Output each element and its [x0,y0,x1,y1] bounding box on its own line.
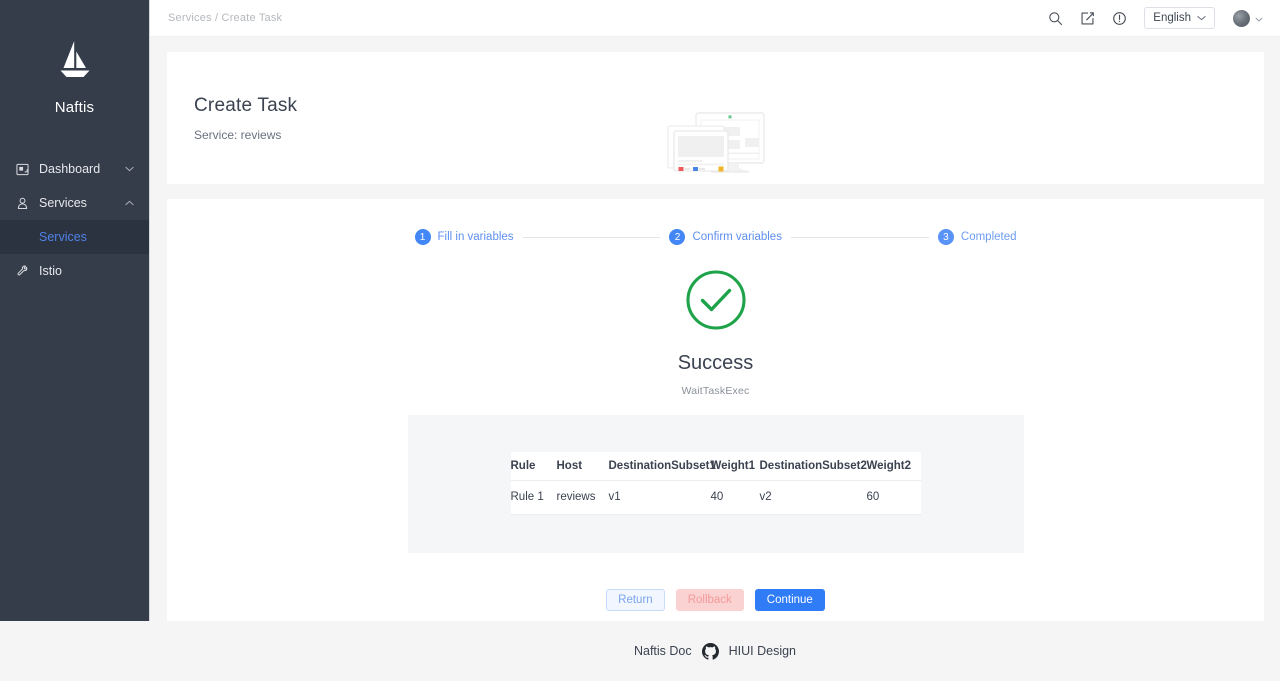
chevron-up-icon[interactable] [123,197,135,209]
cell-host: reviews [556,491,596,503]
step-1-label: Fill in variables [437,231,514,243]
step-completed[interactable]: 3 Completed [937,229,1017,245]
page-header-text: Create Task Service: reviews [189,95,297,142]
step-3-label: Completed [960,231,1017,243]
step-2-label: Confirm variables [692,231,782,243]
main-area: Services / Create Task English Create Ta… [150,0,1280,681]
page-header-card: Create Task Service: reviews [167,52,1264,184]
continue-button[interactable]: Continue [754,588,825,611]
chevron-down-icon [1197,12,1206,24]
sidebar-item-services[interactable]: Services [0,186,149,220]
step-fill-in-variables[interactable]: 1 Fill in variables [414,229,514,245]
app-root: Naftis Dashboard Services Services Istio… [0,0,1280,681]
table-header-row: Rule Host DestinationSubset1 Weight1 Des… [510,452,921,480]
rules-table-head: Rule Host DestinationSubset1 Weight1 Des… [510,452,921,480]
table-row: Rule 1 reviews v1 40 v2 60 [510,480,921,514]
footer-link-naftis-doc[interactable]: Naftis Doc [634,644,692,658]
sidebar-subitem-services[interactable]: Services [0,220,149,254]
column-header-destinationsubset2: DestinationSubset2 [759,459,867,472]
github-icon[interactable] [701,642,719,660]
caret-down-icon [1255,9,1263,27]
brand-name: Naftis [54,99,95,116]
sidebar-item-istio-label: Istio [39,264,62,278]
istio-wrench-icon [14,263,30,279]
user-menu[interactable] [1233,9,1263,27]
column-header-host: Host [556,459,583,472]
page-title: Create Task [194,94,298,116]
wizard-card: 1 Fill in variables 2 Confirm variables … [167,199,1264,621]
sidebar-item-dashboard-label: Dashboard [39,162,101,176]
sailboat-icon [0,38,149,91]
sidebar-item-istio[interactable]: Istio [0,254,149,288]
rollback-button[interactable]: Rollback [675,588,744,611]
breadcrumb: Services / Create Task [168,12,283,24]
compose-icon[interactable] [1078,9,1096,27]
content: Create Task Service: reviews 1 Fill in v… [150,37,1280,621]
language-value: English [1153,12,1191,24]
search-icon[interactable] [1046,9,1064,27]
column-header-rule: Rule [510,459,536,472]
user-avatar [1233,9,1250,27]
info-icon[interactable] [1110,9,1128,27]
wizard-actions: Return Rollback Continue [167,588,1264,611]
monitor-windows-illustration [666,110,766,189]
cell-destinationsubset2: v2 [759,491,772,503]
chevron-down-icon[interactable] [123,163,135,175]
result-subtitle: WaitTaskExec [681,385,750,397]
step-connector-1 [522,236,661,238]
success-check-icon [167,269,1264,336]
result-block: Success WaitTaskExec [167,269,1264,397]
footer-link-hiui-design[interactable]: HIUI Design [729,644,796,658]
rules-table: Rule Host DestinationSubset1 Weight1 Des… [510,452,921,515]
step-1-number: 1 [414,229,431,245]
topbar: Services / Create Task English [150,0,1280,37]
cell-rule: Rule 1 [510,491,544,503]
page-subtitle: Service: reviews [194,127,282,142]
language-selector[interactable]: English [1144,7,1215,29]
rules-table-body: Rule 1 reviews v1 40 v2 60 [510,480,921,514]
step-connector-2 [790,236,929,238]
cell-weight1: 40 [710,491,724,503]
return-button[interactable]: Return [606,588,665,611]
step-3-number: 3 [937,229,954,245]
cell-weight2: 60 [866,491,880,503]
brand[interactable]: Naftis [0,0,149,116]
services-icon [14,195,30,211]
rules-table-panel: Rule Host DestinationSubset1 Weight1 Des… [407,415,1024,553]
step-2-number: 2 [669,229,686,245]
result-title: Success [677,352,754,374]
topbar-actions: English [1046,7,1263,29]
stepper: 1 Fill in variables 2 Confirm variables … [414,229,1017,245]
sidebar: Naftis Dashboard Services Services Istio [0,0,150,621]
dashboard-icon [14,161,30,177]
column-header-weight2: Weight2 [866,459,912,472]
column-header-destinationsubset1: DestinationSubset1 [608,459,716,472]
footer: Naftis Doc HIUI Design [150,621,1280,681]
sidebar-item-dashboard[interactable]: Dashboard [0,152,149,186]
cell-destinationsubset1: v1 [608,491,621,503]
sidebar-item-services-label: Services [39,196,87,210]
column-header-weight1: Weight1 [710,459,756,472]
step-confirm-variables[interactable]: 2 Confirm variables [669,229,782,245]
sidebar-nav: Dashboard Services Services Istio [0,152,149,288]
